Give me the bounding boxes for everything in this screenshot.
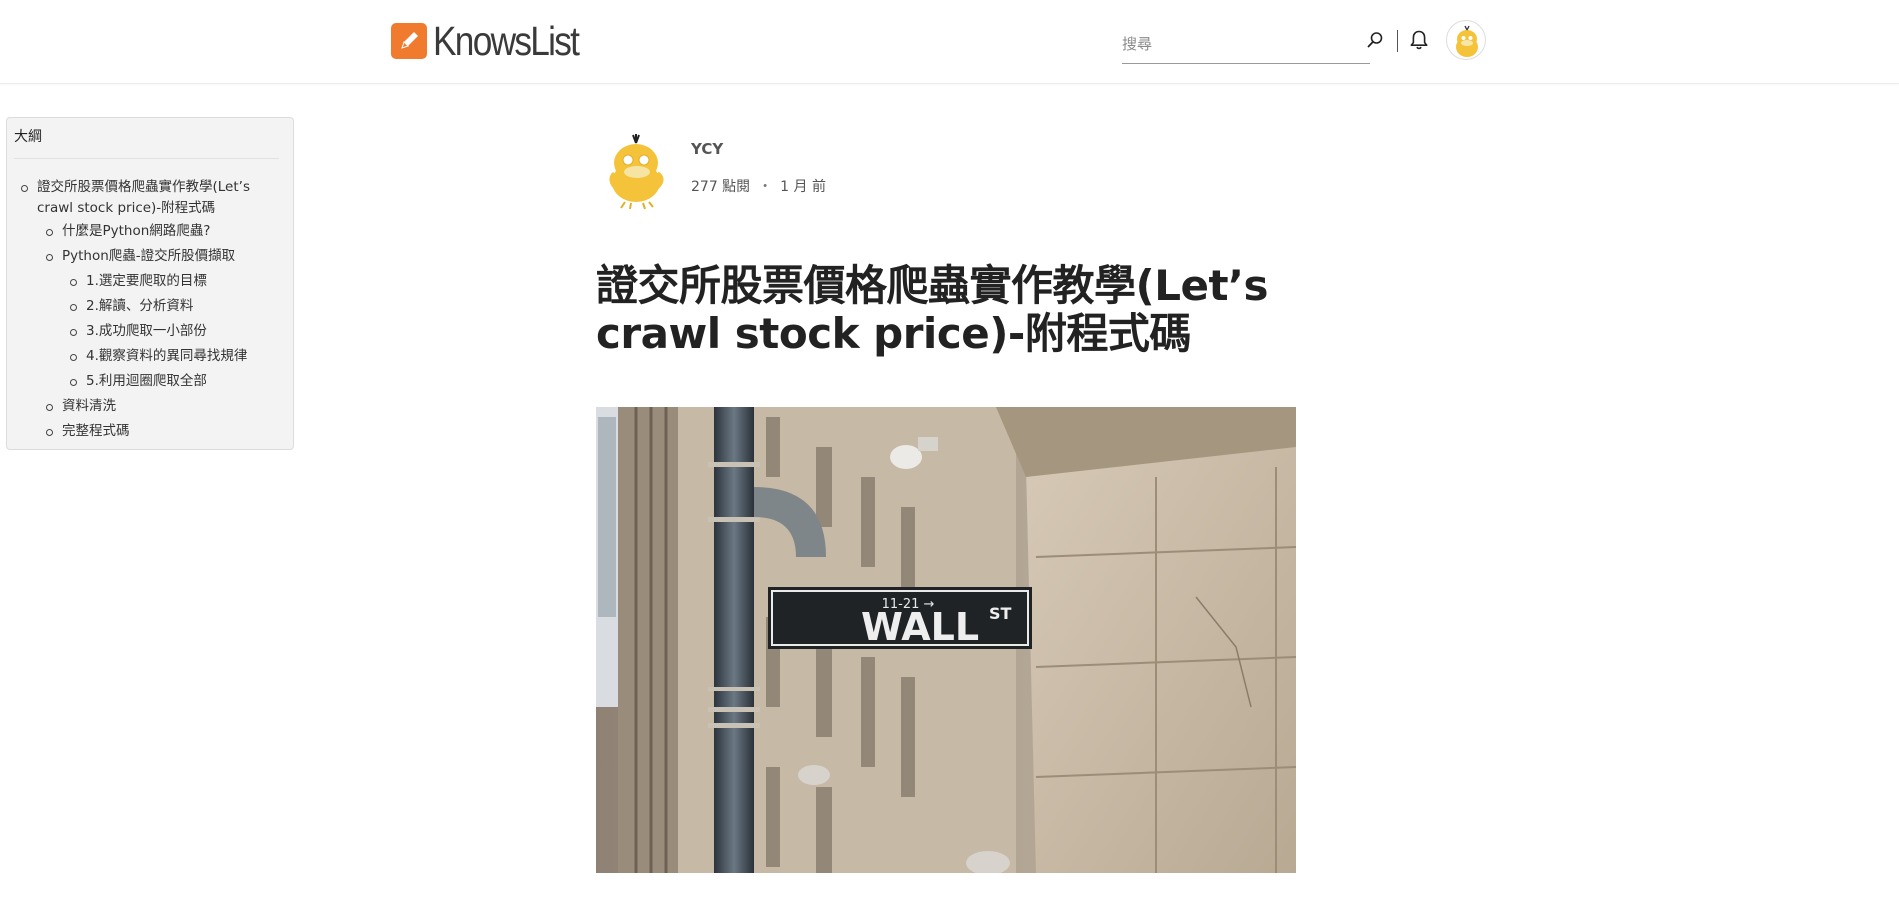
article-title-line2: crawl stock price)-附程式碼 — [596, 309, 1191, 358]
article-title: 證交所股票價格爬蟲實作教學(Let’s crawl stock price)-附… — [596, 262, 1296, 358]
toc-item[interactable]: 資料清洗 — [46, 396, 116, 417]
toc-item[interactable]: 5.利用迴圈爬取全部 — [70, 371, 207, 392]
table-of-contents: 大綱 證交所股票價格爬蟲實作教學(Let’s crawl stock price… — [6, 117, 294, 450]
toc-item[interactable]: 4.觀察資料的異同尋找規律 — [69, 346, 247, 367]
sign-main-text: WALL — [861, 605, 979, 649]
author-name[interactable]: YCY — [691, 140, 723, 158]
toc-item[interactable]: 1.選定要爬取的目標 — [70, 271, 207, 292]
article-title-line1: 證交所股票價格爬蟲實作教學(Let’s — [596, 261, 1268, 310]
author-avatar[interactable] — [603, 130, 673, 210]
bell-icon[interactable] — [1409, 29, 1429, 51]
toc-item[interactable]: 2.解讀、分析資料 — [69, 296, 193, 317]
view-count: 277 點閱 — [691, 179, 751, 195]
top-header: KnowsList — [0, 0, 1899, 84]
header-divider — [1397, 30, 1398, 52]
toc-item[interactable]: 證交所股票價格爬蟲實作教學(Let’s crawl stock price)-附… — [21, 177, 267, 219]
pencil-icon — [391, 23, 427, 59]
toc-item[interactable]: 3.成功爬取一小部份 — [70, 321, 207, 342]
hero-image: 11-21 → WALL ST — [596, 407, 1296, 873]
sign-sup-text: ST — [989, 604, 1012, 623]
toc-title: 大綱 — [14, 129, 42, 145]
toc-divider — [14, 158, 279, 159]
meta-separator: ・ — [758, 179, 773, 195]
toc-item[interactable]: Python爬蟲-證交所股價擷取 — [45, 246, 235, 267]
toc-item[interactable]: 什麼是Python網路爬蟲? — [45, 221, 210, 242]
user-avatar[interactable] — [1446, 20, 1486, 60]
search-input[interactable] — [1122, 30, 1342, 58]
search-box — [1122, 26, 1370, 64]
article-meta: 277 點閱 ・ 1 月 前 — [691, 176, 826, 196]
search-icon[interactable] — [1366, 31, 1384, 49]
post-time: 1 月 前 — [780, 179, 826, 195]
logo-text: KnowsList — [433, 18, 580, 64]
toc-item[interactable]: 完整程式碼 — [46, 421, 130, 442]
site-logo[interactable]: KnowsList — [391, 18, 602, 64]
